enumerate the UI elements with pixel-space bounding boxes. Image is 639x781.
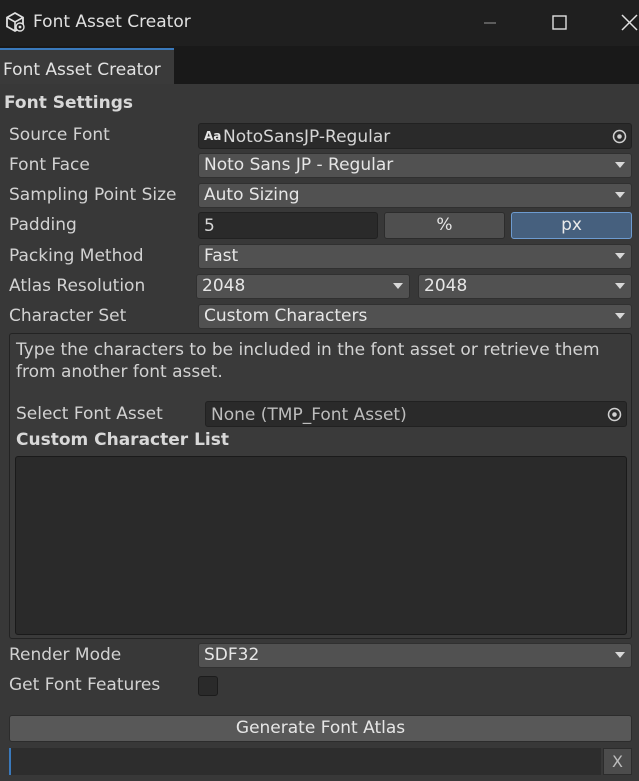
character-set-dropdown[interactable]: Custom Characters — [198, 304, 632, 329]
chevron-down-icon — [615, 192, 625, 198]
minimize-icon — [484, 22, 496, 24]
packing-method-label: Packing Method — [9, 246, 144, 266]
chevron-down-icon — [615, 283, 625, 289]
chevron-down-icon — [615, 652, 625, 658]
source-font-field[interactable]: Aa NotoSansJP-Regular — [198, 123, 632, 149]
chevron-down-icon — [615, 313, 625, 319]
render-mode-dropdown[interactable]: SDF32 — [198, 643, 632, 668]
minimize-button[interactable] — [466, 0, 512, 46]
chevron-down-icon — [393, 283, 403, 289]
atlas-height-dropdown[interactable]: 2048 — [418, 274, 632, 299]
chevron-down-icon — [615, 253, 625, 259]
atlas-width-dropdown[interactable]: 2048 — [196, 274, 410, 299]
source-font-label: Source Font — [9, 125, 110, 145]
custom-characters-panel: Type the characters to be included in th… — [9, 333, 632, 639]
render-mode-value: SDF32 — [204, 645, 260, 665]
padding-input[interactable]: 5 — [198, 212, 378, 239]
tab-font-asset-creator[interactable]: Font Asset Creator — [0, 48, 174, 84]
select-font-asset-value: None (TMP_Font Asset) — [211, 405, 407, 425]
padding-label: Padding — [9, 215, 77, 235]
tab-strip: Font Asset Creator — [0, 46, 639, 84]
clear-button[interactable]: X — [603, 748, 632, 775]
sampling-point-size-label: Sampling Point Size — [9, 185, 177, 205]
chevron-down-icon — [615, 162, 625, 168]
padding-value: 5 — [204, 216, 215, 236]
object-picker-icon[interactable] — [607, 407, 622, 422]
window-title: Font Asset Creator — [33, 12, 191, 32]
padding-unit-percent-button[interactable]: % — [384, 212, 505, 239]
custom-character-list-textarea[interactable] — [15, 456, 627, 635]
generate-font-atlas-button[interactable]: Generate Font Atlas — [9, 715, 632, 742]
sampling-point-size-dropdown[interactable]: Auto Sizing — [198, 183, 632, 208]
font-face-value: Noto Sans JP - Regular — [204, 155, 394, 175]
custom-characters-help-text: Type the characters to be included in th… — [16, 340, 600, 382]
select-font-asset-label: Select Font Asset — [16, 404, 163, 424]
title-bar: Font Asset Creator — [0, 0, 639, 46]
character-set-label: Character Set — [9, 306, 127, 326]
padding-unit-px-button[interactable]: px — [511, 212, 632, 239]
font-settings-title: Font Settings — [4, 93, 133, 113]
render-mode-label: Render Mode — [9, 645, 122, 665]
packing-method-dropdown[interactable]: Fast — [198, 244, 632, 269]
custom-character-list-title: Custom Character List — [16, 430, 229, 450]
font-face-label: Font Face — [9, 155, 90, 175]
font-asset-creator-window: Font Asset Creator Font Asset Creator Fo… — [0, 0, 639, 781]
get-font-features-label: Get Font Features — [9, 675, 161, 695]
atlas-width-value: 2048 — [202, 276, 246, 296]
atlas-resolution-label: Atlas Resolution — [9, 276, 146, 296]
packing-method-value: Fast — [204, 246, 239, 266]
source-font-value: NotoSansJP-Regular — [223, 127, 391, 147]
select-font-asset-field[interactable]: None (TMP_Font Asset) — [205, 401, 627, 427]
maximize-button[interactable] — [535, 0, 581, 46]
sampling-point-size-value: Auto Sizing — [204, 185, 300, 205]
close-button[interactable] — [600, 0, 639, 46]
font-face-dropdown[interactable]: Noto Sans JP - Regular — [198, 153, 632, 178]
atlas-height-value: 2048 — [424, 276, 468, 296]
font-file-icon: Aa — [204, 129, 222, 143]
tab-label: Font Asset Creator — [3, 60, 161, 80]
object-picker-icon[interactable] — [612, 129, 627, 144]
generation-progress-bar — [9, 748, 601, 775]
close-icon — [621, 14, 638, 31]
unity-icon — [6, 11, 25, 33]
get-font-features-checkbox[interactable] — [198, 676, 218, 696]
maximize-icon — [552, 15, 567, 30]
character-set-value: Custom Characters — [204, 306, 368, 326]
